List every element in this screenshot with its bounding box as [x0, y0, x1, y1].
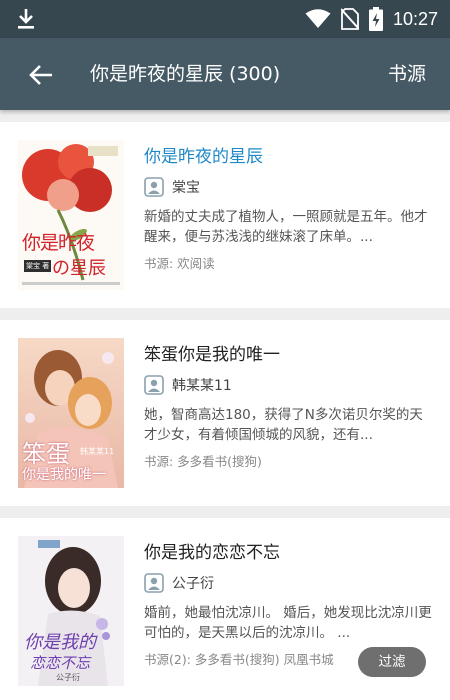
author-row: 棠宝	[144, 177, 200, 197]
no-sim-icon	[340, 8, 359, 30]
cover-author-badge: 韩某某11	[80, 447, 115, 456]
book-description: 她，智商高达180，获得了N多次诺贝尔奖的天才少女，有着倾国倾城的风貌，还有..…	[144, 407, 423, 443]
person-icon	[144, 375, 164, 395]
book-cover: 你是我的 恋恋不忘 公子衍	[18, 536, 124, 686]
author-name: 公子衍	[172, 576, 214, 592]
cover-title-line2: 恋恋不忘	[30, 654, 91, 672]
arrow-left-icon[interactable]	[28, 62, 54, 88]
book-source: 书源: 多多看书(搜狗)	[144, 454, 262, 469]
cover-title-line2: の星辰	[52, 258, 106, 279]
status-bar: 10:27	[0, 0, 450, 38]
author-name: 棠宝	[172, 180, 200, 196]
book-source: 书源(2): 多多看书(搜狗) 凤凰书城	[144, 652, 334, 667]
battery-charging-icon	[368, 7, 383, 31]
author-row: 韩某某11	[144, 375, 232, 395]
filter-button[interactable]: 过滤	[358, 647, 426, 677]
cover-author-badge: 棠宝 著	[24, 260, 52, 272]
book-cover: 笨蛋 你是我的唯一 韩某某11	[18, 338, 124, 488]
book-title[interactable]: 笨蛋你是我的唯一	[144, 340, 280, 365]
download-icon	[18, 9, 34, 29]
app-bar: 你是昨夜的星辰 (300) 书源	[0, 38, 450, 110]
result-item[interactable]: 你是昨夜 の星辰 棠宝 著 你是昨夜的星辰 棠宝 新婚的丈夫成了植物人，一照顾就…	[0, 122, 450, 308]
book-description: 婚前，她最怕沈凉川。 婚后，她发现比沈凉川更可怕的，是天黑以后的沈凉川。 ...	[144, 605, 432, 641]
wifi-icon	[305, 9, 331, 28]
book-title[interactable]: 你是昨夜的星辰	[144, 142, 263, 167]
person-icon	[144, 177, 164, 197]
page-title: 你是昨夜的星辰 (300)	[90, 63, 281, 85]
book-description: 新婚的丈夫成了植物人，一照顾就是五年。他才醒来，便与苏浅浅的继妹滚了床单。...	[144, 209, 428, 245]
cover-author-badge: 公子衍	[56, 673, 80, 682]
clock: 10:27	[392, 8, 438, 29]
book-source-button[interactable]: 书源	[388, 38, 426, 110]
author-name: 韩某某11	[172, 378, 232, 394]
book-title[interactable]: 你是我的恋恋不忘	[144, 538, 280, 563]
author-row: 公子衍	[144, 573, 214, 593]
cover-title-line2: 你是我的唯一	[22, 467, 106, 483]
book-cover: 你是昨夜 の星辰 棠宝 著	[18, 140, 124, 290]
cover-title-line1: 你是昨夜	[22, 232, 95, 254]
result-item[interactable]: 笨蛋 你是我的唯一 韩某某11 笨蛋你是我的唯一 韩某某11 她，智商高达180…	[0, 320, 450, 506]
book-source: 书源: 欢阅读	[144, 256, 215, 271]
cover-title-line1: 你是我的	[24, 632, 96, 653]
person-icon	[144, 573, 164, 593]
